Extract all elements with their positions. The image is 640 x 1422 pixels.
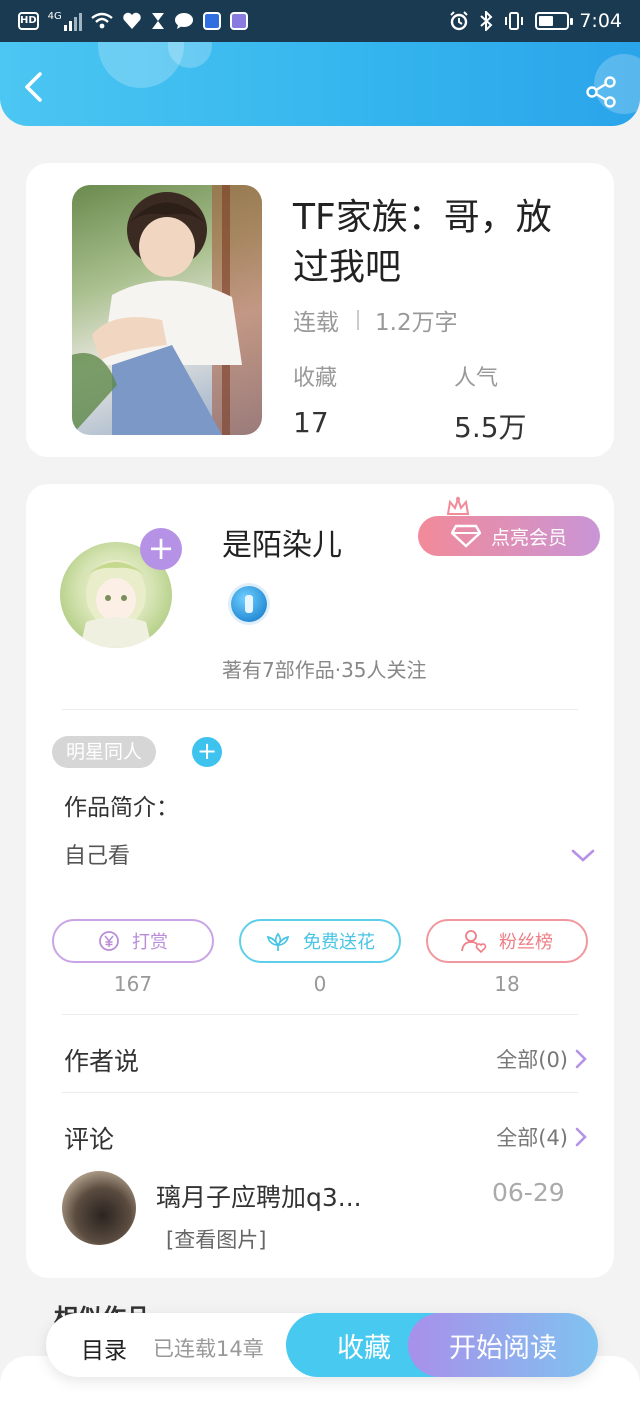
top-header bbox=[0, 42, 640, 126]
view-image-link[interactable]: [查看图片] bbox=[166, 1224, 266, 1254]
stat-label: 收藏 bbox=[293, 366, 338, 391]
vibrate-icon bbox=[505, 12, 524, 30]
chevron-left-icon[interactable] bbox=[18, 70, 48, 104]
alarm-icon bbox=[450, 11, 469, 31]
vip-button-label: 点亮会员 bbox=[490, 526, 567, 549]
stat-favorites: 收藏 17 bbox=[293, 360, 337, 439]
free-flower-label: 免费送花 bbox=[303, 932, 375, 953]
comments-all-link[interactable]: 全部(4) bbox=[496, 1122, 588, 1152]
comment-date: 06-29 bbox=[492, 1178, 565, 1207]
signal-icon: 4G bbox=[48, 11, 82, 31]
author-says-all-label: 全部(0) bbox=[496, 1048, 568, 1072]
stat-value: 17 bbox=[293, 406, 329, 439]
vip-button[interactable]: 点亮会员 bbox=[418, 516, 600, 556]
author-says-title: 作者说 bbox=[64, 1047, 140, 1076]
status-bar: HD 4G 7:04 bbox=[0, 0, 640, 42]
tip-button[interactable]: 打赏 bbox=[52, 919, 214, 963]
status-divider bbox=[357, 310, 359, 330]
yen-coin-icon bbox=[99, 931, 119, 951]
author-detail-card: + 是陌染儿 著有7部作品·35人关注 点亮会员 明星同人 + 作品简介： 自己… bbox=[26, 484, 614, 1278]
book-status-line: 连载 1.2万字 bbox=[293, 303, 458, 337]
chevron-right-icon bbox=[575, 1127, 587, 1147]
author-level-badge-icon bbox=[231, 586, 267, 622]
status-time: 7:04 bbox=[579, 10, 622, 32]
user-heart-icon bbox=[461, 930, 487, 953]
hourglass-icon bbox=[151, 13, 164, 29]
start-reading-button[interactable]: 开始阅读 bbox=[408, 1313, 598, 1377]
heart-rate-icon bbox=[123, 12, 141, 30]
intro-title: 作品简介： bbox=[64, 795, 179, 821]
cover-illustration bbox=[72, 185, 262, 435]
network-type-label: 4G bbox=[47, 11, 62, 22]
comment-text[interactable]: 璃月子应聘加q3... bbox=[156, 1178, 362, 1214]
divider bbox=[62, 1092, 578, 1093]
author-name[interactable]: 是陌染儿 bbox=[222, 520, 342, 564]
chevron-down-icon[interactable] bbox=[570, 848, 596, 864]
tip-label: 打赏 bbox=[132, 932, 168, 953]
bottom-action-bar: 目录 已连载14章 收藏 开始阅读 bbox=[46, 1313, 598, 1377]
table-of-contents-button[interactable]: 目录 bbox=[81, 1331, 127, 1365]
hd-icon: HD bbox=[18, 12, 39, 30]
stat-popularity: 人气 5.5万 bbox=[454, 360, 527, 446]
chapter-count: 已连载14章 bbox=[153, 1337, 264, 1361]
share-icon[interactable] bbox=[586, 76, 618, 108]
stat-value: 5.5万 bbox=[454, 411, 527, 444]
divider bbox=[62, 1014, 578, 1015]
intro-text: 自己看 bbox=[64, 844, 131, 869]
divider bbox=[62, 709, 578, 710]
book-info-card: TF家族：哥，放过我吧 连载 1.2万字 收藏 17 人气 5.5万 bbox=[26, 163, 614, 457]
follow-author-button[interactable]: + bbox=[140, 528, 182, 570]
comments-title: 评论 bbox=[64, 1125, 115, 1154]
music-app-icon bbox=[229, 12, 248, 30]
commenter-avatar[interactable] bbox=[62, 1171, 136, 1245]
fan-ranking-label: 粉丝榜 bbox=[499, 932, 553, 953]
chat-bubble-icon bbox=[174, 13, 193, 29]
fan-count: 18 bbox=[494, 972, 520, 996]
favorites-label: 收藏 bbox=[337, 1332, 391, 1364]
book-cover-image[interactable] bbox=[72, 185, 262, 435]
stat-label: 人气 bbox=[454, 366, 499, 391]
flower-icon bbox=[266, 932, 290, 951]
wifi-icon bbox=[91, 12, 113, 29]
word-count: 1.2万字 bbox=[375, 310, 458, 336]
crown-icon bbox=[446, 496, 470, 515]
author-says-all-link[interactable]: 全部(0) bbox=[496, 1044, 588, 1074]
app-notify-icon bbox=[202, 12, 221, 30]
tip-count: 167 bbox=[113, 972, 153, 996]
book-title: TF家族：哥，放过我吧 bbox=[293, 197, 552, 288]
fan-ranking-button[interactable]: 粉丝榜 bbox=[426, 919, 588, 963]
comments-all-label: 全部(4) bbox=[496, 1126, 568, 1150]
free-flower-button[interactable]: 免费送花 bbox=[239, 919, 401, 963]
flower-count: 0 bbox=[313, 972, 327, 996]
author-meta: 著有7部作品·35人关注 bbox=[222, 658, 427, 682]
diamond-icon bbox=[450, 524, 481, 548]
start-reading-label: 开始阅读 bbox=[449, 1332, 557, 1364]
bluetooth-icon bbox=[480, 11, 493, 31]
genre-tag[interactable]: 明星同人 bbox=[52, 736, 157, 768]
chevron-right-icon bbox=[575, 1049, 587, 1069]
battery-icon bbox=[535, 12, 574, 30]
add-tag-button[interactable]: + bbox=[192, 737, 222, 767]
serial-status: 连载 bbox=[293, 310, 339, 336]
